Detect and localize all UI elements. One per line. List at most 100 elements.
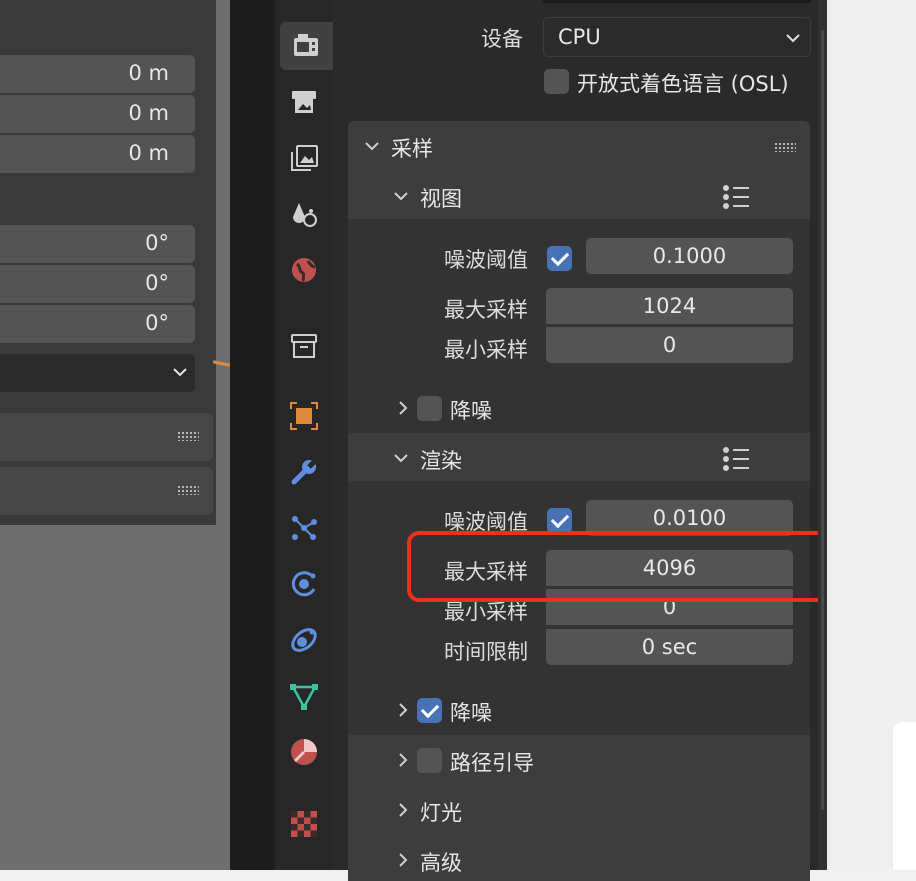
object-tab[interactable] — [280, 392, 328, 440]
chevron-right-icon — [399, 853, 408, 867]
viewport-noise-threshold-checkbox[interactable] — [547, 246, 572, 271]
advanced-label: 高级 — [420, 851, 462, 875]
location-x-value: 0 m — [128, 61, 170, 85]
material-tab-icon — [291, 739, 317, 765]
render-time-limit-field[interactable]: 0 sec — [546, 629, 793, 665]
lights-label: 灯光 — [420, 801, 462, 825]
scene-tab-icon — [293, 203, 317, 227]
viewport-max-samples-field[interactable]: 1024 — [546, 288, 793, 324]
rotation-z-field[interactable]: 0° — [0, 305, 195, 343]
viewport-min-samples-field[interactable]: 0 — [546, 327, 793, 363]
material-tab[interactable] — [280, 728, 328, 776]
properties-tab-bar — [275, 0, 333, 870]
chevron-right-icon[interactable] — [395, 702, 411, 718]
highlight-annotation — [407, 531, 831, 602]
texture-tab-icon — [291, 811, 317, 837]
view-layer-tab-icon — [291, 145, 318, 171]
viewport-min-samples-label: 最小采样 — [444, 338, 528, 362]
field-edge — [543, 0, 811, 3]
output-tab-icon — [292, 91, 316, 113]
viewport-noise-threshold-label: 噪波阈值 — [444, 248, 528, 272]
particles-tab-icon — [292, 516, 317, 540]
osl-label: 开放式着色语言 (OSL) — [577, 72, 789, 96]
render-subpanel-body: 噪波阈值 0.0100 最大采样 4096 最小采样 0 时间限制 0 sec … — [348, 481, 810, 735]
chevron-down-icon[interactable] — [364, 138, 380, 154]
rotation-x-value: 0° — [145, 231, 169, 255]
chevron-down-icon — [173, 368, 187, 377]
viewport-denoise-checkbox[interactable] — [417, 396, 442, 421]
chevron-right-icon — [399, 803, 408, 817]
constraints-tab[interactable] — [280, 616, 328, 664]
drag-handle-icon[interactable] — [177, 431, 199, 441]
world-tab-icon — [292, 258, 316, 283]
chevron-down-icon — [786, 34, 800, 43]
collection-tab-icon — [291, 334, 317, 358]
path-guiding-checkbox[interactable] — [417, 748, 442, 773]
object-tab-icon — [290, 402, 318, 430]
location-x-field[interactable]: 0 m — [0, 55, 195, 93]
chevron-down-icon — [394, 192, 408, 201]
modifier-tab[interactable] — [280, 448, 328, 496]
rotation-x-field[interactable]: 0° — [0, 225, 195, 263]
location-z-value: 0 m — [128, 141, 170, 165]
rotation-mode-dropdown[interactable] — [0, 354, 195, 392]
physics-tab[interactable] — [280, 560, 328, 608]
view-layer-tab[interactable] — [280, 134, 328, 182]
chevron-right-icon[interactable] — [395, 400, 411, 416]
sampling-title[interactable]: 采样 — [391, 133, 433, 163]
render-title: 渲染 — [420, 449, 462, 473]
viewport-noise-threshold-field[interactable]: 0.1000 — [586, 238, 793, 274]
chevron-right-icon — [399, 753, 408, 767]
world-tab[interactable] — [280, 246, 328, 294]
viewport-subpanel-body: 噪波阈值 0.1000 最大采样 1024 最小采样 0 降噪 — [348, 219, 810, 433]
texture-tab[interactable] — [280, 800, 328, 848]
render-denoise-label: 降噪 — [450, 701, 492, 725]
advanced-row[interactable]: 高级 — [348, 835, 810, 881]
rotation-y-value: 0° — [145, 271, 169, 295]
path-guiding-label: 路径引导 — [450, 751, 534, 775]
render-subpanel-header[interactable]: 渲染 — [348, 433, 810, 481]
collapsed-panel-delta[interactable] — [0, 413, 213, 461]
lights-row[interactable]: 灯光 — [348, 785, 810, 835]
render-noise-threshold-checkbox[interactable] — [547, 508, 572, 533]
presets-list-icon[interactable] — [721, 184, 751, 210]
osl-checkbox[interactable] — [544, 69, 569, 94]
region-divider — [230, 0, 275, 870]
device-dropdown[interactable]: CPU — [543, 17, 811, 57]
path-guiding-row[interactable]: 路径引导 — [348, 735, 810, 785]
overlay-panel-edge — [893, 722, 916, 870]
scrollbar[interactable] — [818, 0, 827, 870]
viewport-max-samples-label: 最大采样 — [444, 298, 528, 322]
rotation-z-value: 0° — [145, 311, 169, 335]
collapsed-panel-relations[interactable] — [0, 467, 213, 515]
physics-tab-icon — [291, 571, 316, 597]
render-tab[interactable] — [280, 22, 333, 70]
properties-editor: 设备 CPU 开放式着色语言 (OSL) 采样 视图 噪波阈值 0.1000 最… — [333, 0, 831, 881]
device-label: 设备 — [481, 27, 523, 51]
collection-tab[interactable] — [280, 322, 328, 370]
viewport-title: 视图 — [420, 187, 462, 211]
chevron-down-icon — [394, 454, 408, 463]
left-panel: 0 m 0 m 0 m 0° 0° 0° — [0, 0, 230, 870]
location-y-field[interactable]: 0 m — [0, 95, 195, 133]
particles-tab[interactable] — [280, 504, 328, 552]
output-tab[interactable] — [280, 78, 328, 126]
location-y-value: 0 m — [128, 101, 170, 125]
rotation-y-field[interactable]: 0° — [0, 265, 195, 303]
render-denoise-checkbox[interactable] — [417, 698, 442, 723]
presets-list-icon[interactable] — [721, 446, 751, 472]
sampling-panel: 采样 视图 噪波阈值 0.1000 最大采样 1024 最小采样 0 降噪 渲染 — [348, 121, 810, 881]
scene-tab[interactable] — [280, 190, 328, 238]
viewport-subpanel-header[interactable]: 视图 — [348, 171, 810, 219]
device-value: CPU — [558, 25, 601, 49]
drag-handle-icon[interactable] — [177, 485, 199, 495]
constraints-tab-icon — [291, 628, 317, 652]
render-time-limit-label: 时间限制 — [444, 640, 528, 664]
data-tab-icon — [290, 684, 318, 710]
modifier-tab-icon — [291, 457, 319, 485]
drag-handle-icon[interactable] — [774, 142, 796, 152]
scrollbar-thumb[interactable] — [821, 30, 824, 810]
data-tab[interactable] — [280, 672, 328, 720]
render-tab-icon — [293, 34, 318, 56]
location-z-field[interactable]: 0 m — [0, 135, 195, 173]
